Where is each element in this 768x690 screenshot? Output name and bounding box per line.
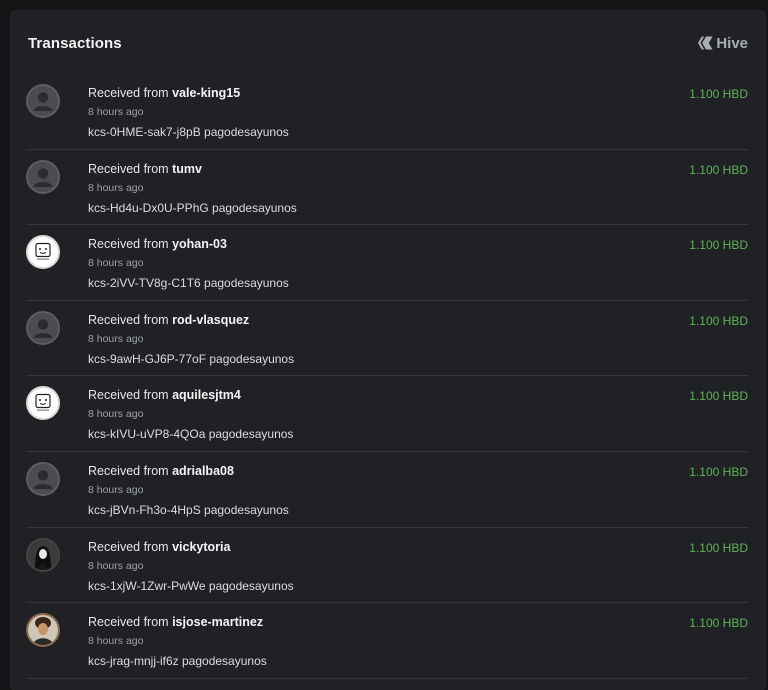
avatar[interactable] <box>26 537 60 572</box>
transaction-title: Received from vickytoria <box>88 540 230 554</box>
transaction-row[interactable]: Received from aquilesjtm4 8 hours ago kc… <box>26 376 748 452</box>
page-title: Transactions <box>28 34 122 52</box>
transaction-row[interactable]: Received from vale-king15 8 hours ago kc… <box>26 74 748 150</box>
default-user-icon <box>33 470 53 489</box>
transaction-row[interactable]: Received from isjose-martinez 8 hours ag… <box>26 603 748 679</box>
transaction-prefix: Received from <box>88 161 169 176</box>
transaction-amount: 1.100 HBD <box>689 313 748 328</box>
transaction-memo: kcs-Hd4u-Dx0U-PPhG pagodesayunos <box>88 200 297 215</box>
default-user-icon <box>33 167 53 187</box>
avatar[interactable] <box>26 613 60 648</box>
transaction-title: Received from rod-vlasquez <box>88 313 249 327</box>
avatar[interactable] <box>26 159 60 194</box>
panel-header: Transactions Hive <box>28 32 748 54</box>
transaction-list: Received from vale-king15 8 hours ago kc… <box>26 74 748 679</box>
transaction-title: Received from aquilesjtm4 <box>88 388 241 402</box>
transaction-time: 8 hours ago <box>88 408 144 421</box>
transaction-time: 8 hours ago <box>88 483 144 496</box>
default-user-icon <box>33 92 53 111</box>
transaction-time: 8 hours ago <box>88 635 144 648</box>
sender-username-link[interactable]: vale-king15 <box>172 86 240 100</box>
transaction-prefix: Received from <box>88 463 169 478</box>
transaction-amount: 1.100 HBD <box>689 389 748 404</box>
photo-avatar-dark <box>28 539 58 570</box>
transaction-row[interactable]: Received from adrialba08 8 hours ago kcs… <box>26 452 748 528</box>
avatar[interactable] <box>26 235 60 270</box>
transaction-time: 8 hours ago <box>88 257 144 270</box>
sender-username-link[interactable]: adrialba08 <box>172 464 234 478</box>
transaction-amount: 1.100 HBD <box>689 540 748 555</box>
avatar[interactable] <box>26 310 60 345</box>
transaction-title: Received from isjose-martinez <box>88 615 263 629</box>
photo-avatar-warm <box>28 615 58 646</box>
transaction-time: 8 hours ago <box>88 181 144 194</box>
default-user-icon <box>33 319 53 338</box>
transaction-time: 8 hours ago <box>88 106 144 118</box>
transaction-row[interactable]: Received from vickytoria 8 hours ago kcs… <box>26 528 748 604</box>
transaction-prefix: Received from <box>88 388 169 403</box>
transaction-memo: kcs-jrag-mnjj-if6z pagodesayunos <box>88 654 267 669</box>
transaction-row[interactable]: Received from yohan-03 8 hours ago kcs-2… <box>26 225 748 301</box>
transaction-memo: kcs-9awH-GJ6P-77oF pagodesayunos <box>88 351 295 366</box>
sender-username-link[interactable]: aquilesjtm4 <box>172 388 241 402</box>
sender-username-link[interactable]: vickytoria <box>172 540 230 554</box>
transaction-amount: 1.100 HBD <box>689 464 748 479</box>
transaction-time: 8 hours ago <box>88 559 144 572</box>
avatar[interactable] <box>26 386 60 421</box>
hive-brand[interactable]: Hive <box>698 35 748 52</box>
transaction-row[interactable]: Received from rod-vlasquez 8 hours ago k… <box>26 301 748 377</box>
transaction-prefix: Received from <box>88 312 169 327</box>
transactions-panel: Transactions Hive Received from vale-kin… <box>10 10 766 690</box>
transaction-memo: kcs-0HME-sak7-j8pB pagodesayunos <box>88 125 289 139</box>
transaction-title: Received from adrialba08 <box>88 464 234 478</box>
transaction-amount: 1.100 HBD <box>689 87 748 101</box>
transaction-memo: kcs-kIVU-uVP8-4QOa pagodesayunos <box>88 427 294 442</box>
transaction-time: 8 hours ago <box>88 332 144 345</box>
transaction-memo: kcs-jBVn-Fh3o-4HpS pagodesayunos <box>88 502 289 517</box>
transaction-prefix: Received from <box>88 615 169 630</box>
robot-face-icon <box>35 243 51 260</box>
brand-label: Hive <box>716 34 748 52</box>
sender-username-link[interactable]: isjose-martinez <box>172 615 263 629</box>
transaction-amount: 1.100 HBD <box>689 616 748 631</box>
transaction-memo: kcs-1xjW-1Zwr-PwWe pagodesayunos <box>88 578 294 593</box>
transaction-title: Received from tumv <box>88 162 202 176</box>
transaction-title: Received from yohan-03 <box>88 237 227 251</box>
transaction-amount: 1.100 HBD <box>689 238 748 253</box>
transaction-title: Received from vale-king15 <box>88 86 240 100</box>
transaction-prefix: Received from <box>88 539 169 554</box>
transaction-prefix: Received from <box>88 86 169 100</box>
transaction-memo: kcs-2iVV-TV8g-C1T6 pagodesayunos <box>88 276 289 291</box>
hive-logo-icon <box>698 36 713 50</box>
sender-username-link[interactable]: tumv <box>172 162 202 176</box>
transaction-amount: 1.100 HBD <box>689 162 748 177</box>
robot-face-icon <box>35 394 51 412</box>
sender-username-link[interactable]: rod-vlasquez <box>172 313 249 327</box>
avatar[interactable] <box>26 461 60 496</box>
transaction-prefix: Received from <box>88 237 169 252</box>
avatar[interactable] <box>26 84 60 118</box>
sender-username-link[interactable]: yohan-03 <box>172 237 227 251</box>
transaction-row[interactable]: Received from tumv 8 hours ago kcs-Hd4u-… <box>26 150 748 226</box>
